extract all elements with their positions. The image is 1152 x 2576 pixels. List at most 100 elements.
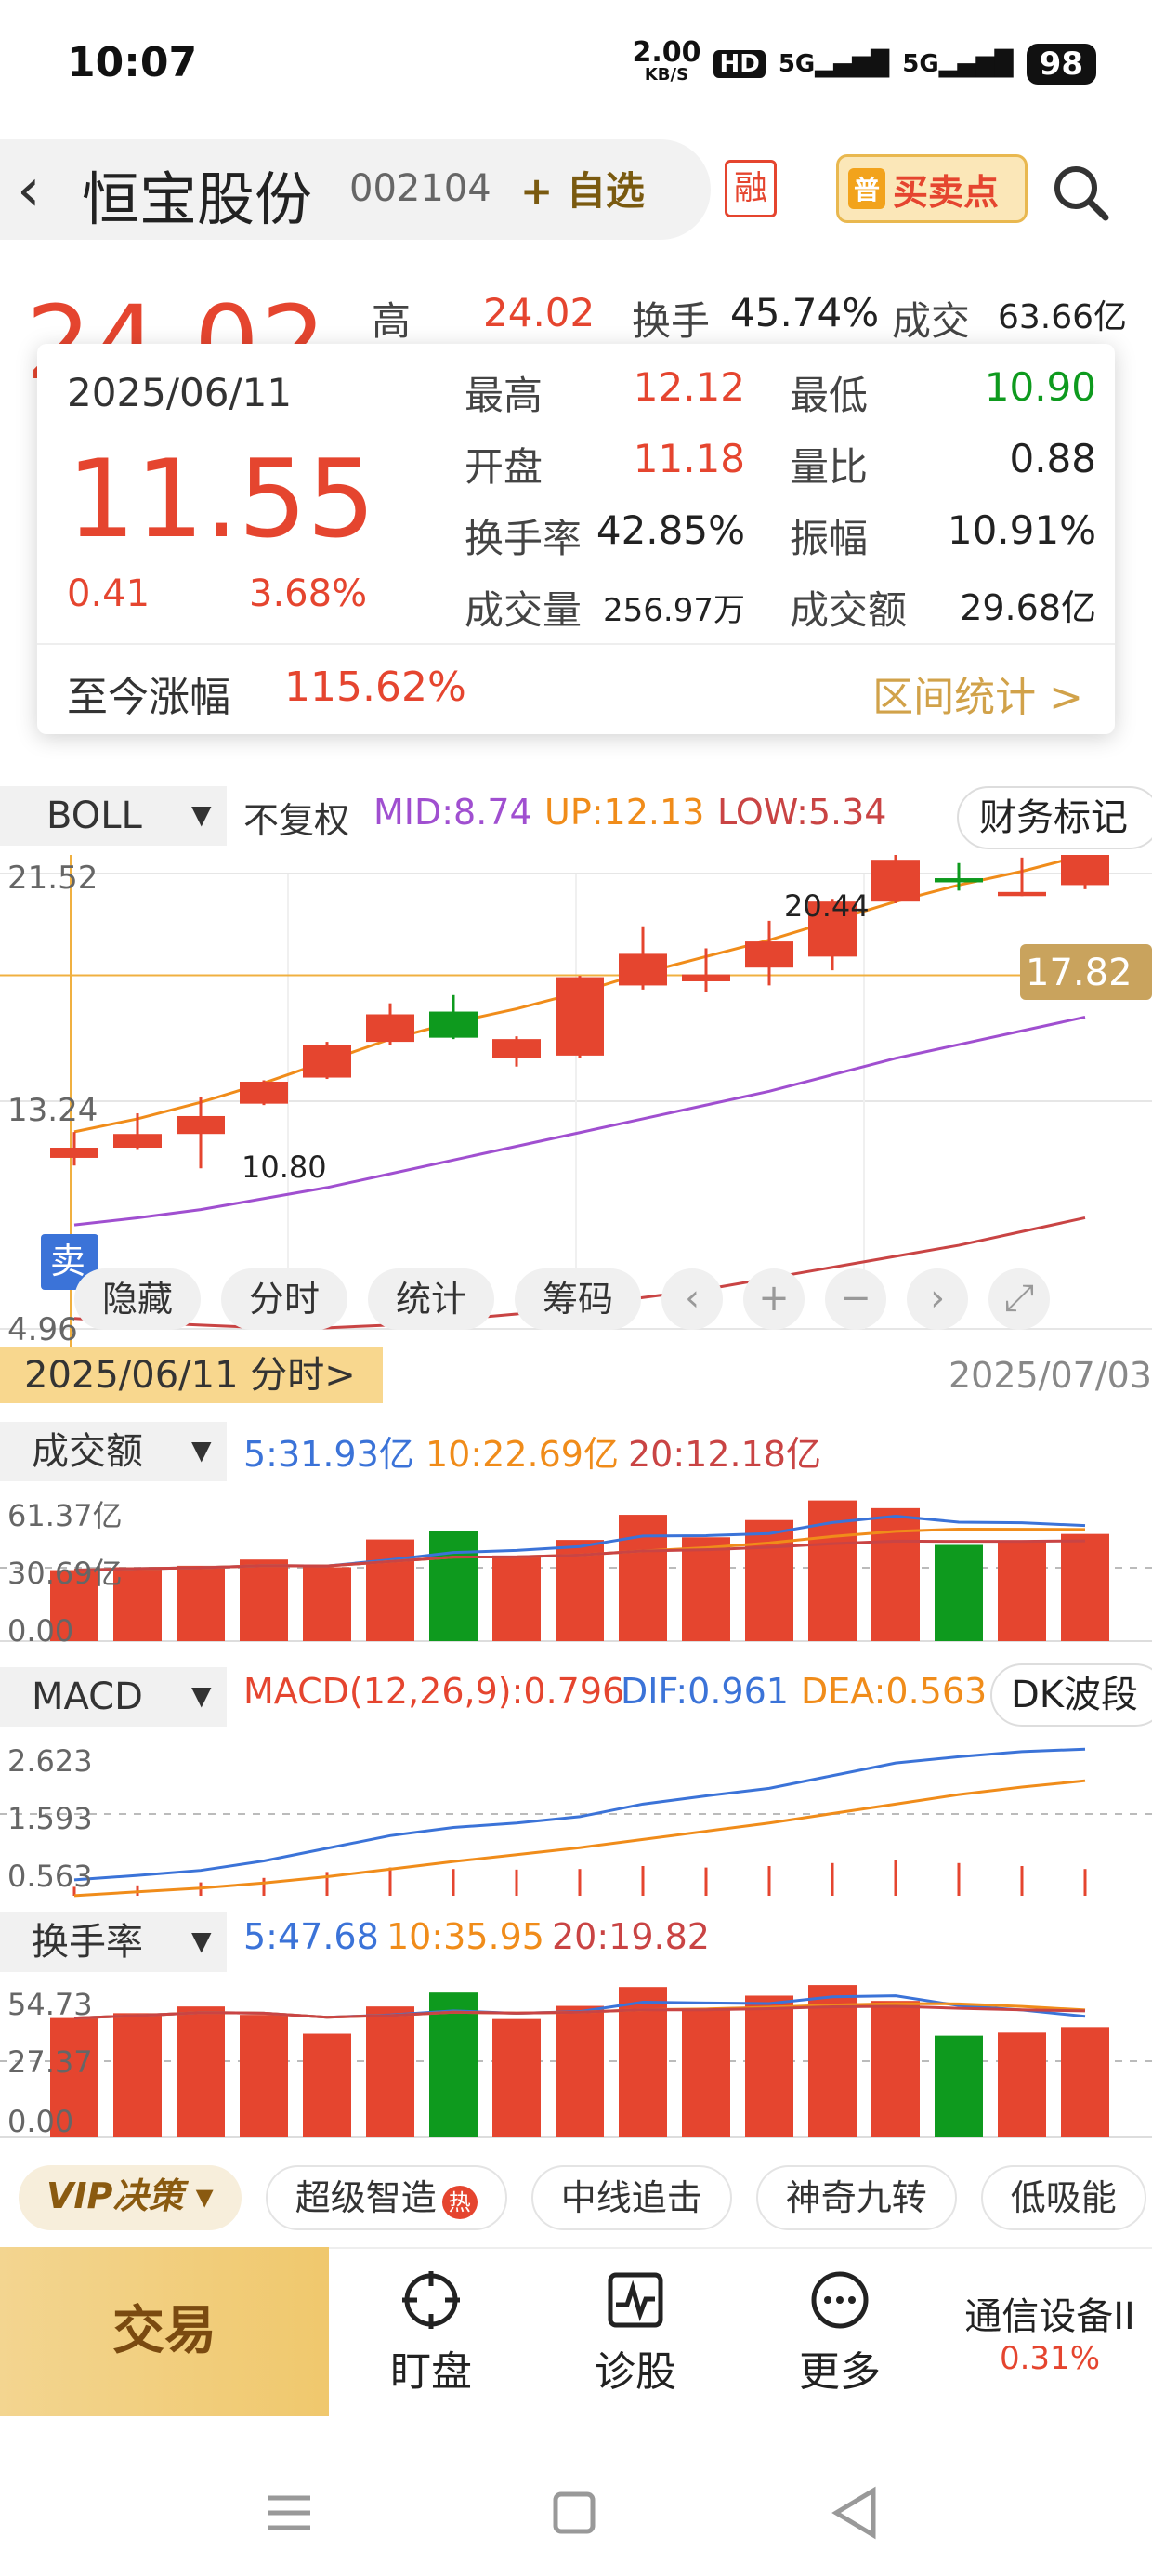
candle-body — [113, 1134, 162, 1149]
dk-band-button[interactable]: DK波段 — [990, 1663, 1152, 1727]
bar — [745, 1519, 793, 1641]
hide-button[interactable]: 隐藏 — [74, 1268, 202, 1330]
buy-sell-point-button[interactable]: 普 买卖点 — [836, 154, 1028, 223]
volume-label: 成交 — [892, 298, 971, 344]
nav-diagnose[interactable]: 诊股 — [552, 2267, 719, 2398]
system-navigation — [0, 2416, 1152, 2576]
turnover-value: 45.74% — [730, 290, 880, 335]
menu-icon[interactable] — [268, 2495, 310, 2530]
status-time: 10:07 — [67, 39, 198, 86]
zoom-out-icon[interactable]: − — [825, 1268, 887, 1330]
high-value: 24.02 — [483, 290, 596, 335]
y-axis-top: 21.52 — [7, 860, 98, 897]
bar — [998, 1540, 1046, 1641]
hot-badge: 热 — [441, 2186, 478, 2219]
macd-value: MACD(12,26,9):0.796 — [243, 1671, 625, 1712]
more-dots-icon — [811, 2271, 869, 2329]
candle-body — [935, 878, 983, 883]
stats-button[interactable]: 统计 — [368, 1268, 495, 1330]
signal-icon-2: 5G▂▄▆█ — [902, 50, 1014, 78]
macd-dea: DEA:0.563 — [801, 1671, 988, 1712]
nav-watch[interactable]: 盯盘 — [347, 2267, 515, 2398]
turnover-chart[interactable]: 54.73 27.37 0.00 — [0, 1976, 1152, 2149]
home-icon[interactable] — [553, 2491, 596, 2534]
back-icon[interactable]: ‹ — [17, 158, 72, 223]
turnover-ma5: 5:47.68 — [243, 1916, 379, 1957]
caret-down-icon: ▼ — [191, 799, 212, 830]
intraday-button[interactable]: 分时 — [221, 1268, 348, 1330]
crosshair-icon — [402, 2271, 460, 2329]
turnover-y-zero: 0.00 — [7, 2104, 73, 2139]
feature-magic-nine[interactable]: 神奇九转 — [755, 2165, 957, 2230]
buysell-label: 买卖点 — [893, 171, 1000, 213]
feature-midline-chase[interactable]: 中线追击 — [530, 2165, 732, 2230]
boll-mid: MID:8.74 — [373, 792, 532, 833]
margin-trading-icon[interactable]: 融 — [725, 160, 777, 217]
turnover-ma20: 20:19.82 — [552, 1916, 710, 1957]
popup-divider — [37, 643, 1115, 645]
macd-chart[interactable]: 2.623 1.593 0.563 — [0, 1730, 1152, 1898]
feature-chips: VIP决策 ▾ 超级智造热 中线追击 神奇九转 低吸能 — [0, 2165, 1152, 2249]
volume-chart[interactable]: 61.37亿 30.69亿 0.00 — [0, 1485, 1152, 1652]
sector-indicator[interactable]: 通信设备II 0.31% — [948, 2286, 1152, 2377]
finance-mark-button[interactable]: 财务标记 — [957, 786, 1152, 849]
bar — [935, 1544, 983, 1641]
bar — [177, 2006, 225, 2137]
zoom-in-icon[interactable]: + — [743, 1268, 805, 1330]
boll-lines — [73, 855, 1086, 1330]
bar — [682, 2010, 730, 2137]
since-change-label: 至今涨幅 — [67, 674, 230, 721]
vip-decision-button[interactable]: VIP决策 ▾ — [19, 2165, 242, 2230]
popup-stats-row: 换手率 42.85% 振幅 10.91% — [465, 507, 1096, 561]
nav-more[interactable]: 更多 — [756, 2267, 923, 2398]
period-end-date: 2025/07/03 — [948, 1355, 1152, 1396]
current-price-tag-text: 17.82 — [1026, 952, 1132, 994]
popup-price: 11.55 — [67, 437, 376, 562]
adjust-type[interactable]: 不复权 — [243, 792, 349, 843]
high-label: 高 — [372, 298, 412, 344]
volume-ma10: 10:22.69亿 — [425, 1434, 619, 1475]
bar — [745, 1995, 793, 2137]
stock-code: 002104 — [349, 167, 491, 210]
macd-y-mid: 1.593 — [7, 1801, 93, 1836]
candle-body — [682, 974, 730, 981]
macd-y-bottom: 0.563 — [7, 1859, 93, 1894]
feature-super-manufacturing[interactable]: 超级智造热 — [265, 2165, 507, 2230]
back-nav-icon[interactable] — [831, 2486, 876, 2540]
popup-stats-row: 最高 12.12 最低 10.90 — [465, 364, 1096, 418]
search-icon[interactable] — [1048, 160, 1113, 225]
bar — [492, 1555, 541, 1641]
candle-detail-popup: 2025/06/11 11.55 0.41 3.68% 最高 12.12 最低 … — [37, 344, 1115, 734]
bar — [556, 2005, 604, 2137]
chips-button[interactable]: 筹码 — [515, 1268, 642, 1330]
sector-name: 通信设备II — [964, 2295, 1135, 2338]
status-icons: 2.00 KB/S HD 5G▂▄▆█ 5G▂▄▆█ 98 — [632, 39, 1096, 87]
add-watchlist-button[interactable]: + 自选 — [520, 160, 645, 217]
bar — [998, 2032, 1046, 2137]
chevron-right-icon[interactable]: › — [907, 1268, 969, 1330]
volume-ma20: 20:12.18亿 — [628, 1434, 821, 1475]
battery-icon: 98 — [1026, 44, 1096, 85]
popup-change-pct: 3.68% — [249, 572, 368, 615]
fullscreen-icon[interactable]: ⤢ — [988, 1268, 1051, 1330]
period-start-tab[interactable]: 2025/06/11 分时> — [0, 1347, 383, 1403]
bar — [240, 2015, 288, 2137]
trade-button[interactable]: 交易 — [0, 2247, 329, 2416]
range-stats-link[interactable]: 区间统计 > — [872, 664, 1083, 723]
chevron-left-icon[interactable]: ‹ — [661, 1268, 724, 1330]
candle-body — [177, 1115, 225, 1135]
y-axis-mid: 13.24 — [7, 1092, 98, 1129]
boll-low: LOW:5.34 — [717, 792, 887, 833]
feature-low-buy[interactable]: 低吸能 — [980, 2165, 1146, 2230]
bar — [871, 1507, 920, 1641]
caret-down-icon: ▼ — [191, 1680, 212, 1711]
bar — [177, 1565, 225, 1641]
chart-controls: 隐藏 分时 统计 筹码 ‹ + − › ⤢ — [74, 1268, 1051, 1335]
low-mark: 10.80 — [242, 1150, 327, 1185]
candle-body — [492, 1039, 541, 1058]
bar — [366, 2006, 414, 2137]
popup-stats-grid: 最高 12.12 最低 10.90 开盘 11.18 量比 0.88 换手率 4… — [465, 364, 1096, 651]
bar — [303, 1567, 351, 1641]
candles — [50, 855, 1109, 1169]
stock-name: 恒宝股份 — [82, 165, 313, 233]
